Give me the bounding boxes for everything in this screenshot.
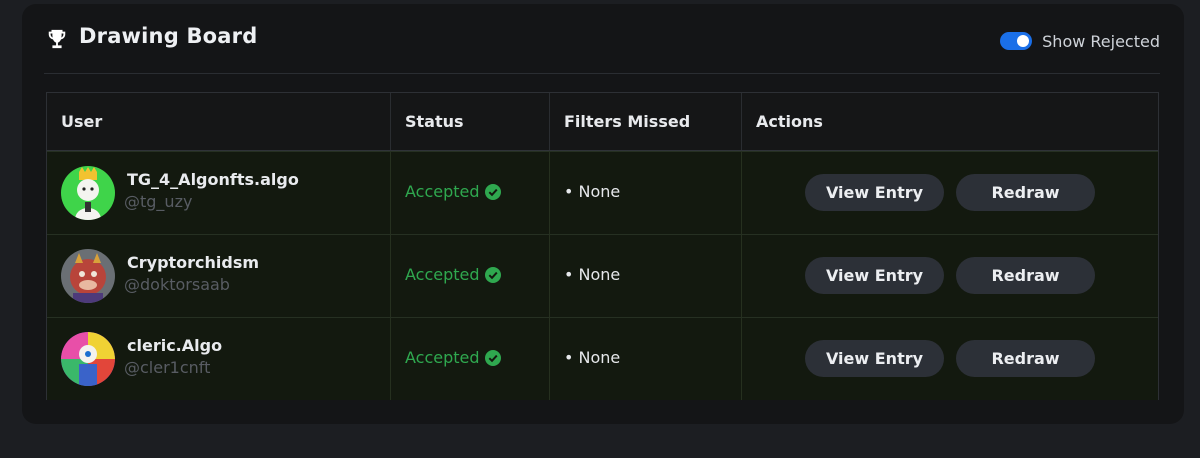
check-circle-icon xyxy=(484,349,501,366)
status-badge: Accepted xyxy=(405,348,501,367)
check-circle-icon xyxy=(484,183,501,200)
redraw-button[interactable]: Redraw xyxy=(956,174,1095,211)
avatar[interactable] xyxy=(61,166,115,220)
avatar-image xyxy=(61,166,115,220)
show-rejected-label: Show Rejected xyxy=(1042,31,1160,51)
avatar[interactable] xyxy=(61,249,115,303)
user-handle: @cler1cnft xyxy=(124,358,211,377)
filters-missed-text: • None xyxy=(564,182,621,201)
view-entry-button[interactable]: View Entry xyxy=(805,257,944,294)
card-header: Drawing Board Show Rejected xyxy=(22,4,1184,74)
show-rejected-control[interactable]: Show Rejected xyxy=(1000,30,1160,52)
actions-cell: View Entry Redraw xyxy=(742,152,1158,234)
avatar-image xyxy=(61,249,115,303)
actions-cell: View Entry Redraw xyxy=(742,235,1158,317)
entries-table: User Status Filters Missed Actions TG_4_… xyxy=(46,92,1159,400)
table-header: User Status Filters Missed Actions xyxy=(47,93,1158,152)
filters-cell: • None xyxy=(550,318,742,400)
user-handle: @tg_uzy xyxy=(124,192,193,211)
avatar-image xyxy=(61,332,115,386)
drawing-board-card: Drawing Board Show Rejected User Status … xyxy=(22,4,1184,424)
filters-cell: • None xyxy=(550,152,742,234)
status-text: Accepted xyxy=(405,182,480,201)
header-divider xyxy=(44,73,1160,74)
user-handle: @doktorsaab xyxy=(124,275,230,294)
column-header-user: User xyxy=(47,93,391,150)
view-entry-button[interactable]: View Entry xyxy=(805,174,944,211)
filters-cell: • None xyxy=(550,235,742,317)
view-entry-button[interactable]: View Entry xyxy=(805,340,944,377)
user-cell: TG_4_Algonfts.algo @tg_uzy xyxy=(47,152,391,234)
page-title: Drawing Board xyxy=(79,24,258,48)
show-rejected-toggle[interactable] xyxy=(1000,32,1033,50)
column-header-status: Status xyxy=(391,93,550,150)
user-name: Cryptorchidsm xyxy=(127,253,260,272)
check-circle-icon xyxy=(484,266,501,283)
table-row: cleric.Algo @cler1cnft Accepted • None V… xyxy=(47,317,1158,400)
status-badge: Accepted xyxy=(405,182,501,201)
filters-missed-text: • None xyxy=(564,348,621,367)
toggle-knob xyxy=(1017,35,1030,47)
table-row: TG_4_Algonfts.algo @tg_uzy Accepted • No… xyxy=(47,151,1158,234)
actions-cell: View Entry Redraw xyxy=(742,318,1158,400)
status-cell: Accepted xyxy=(391,152,550,234)
avatar[interactable] xyxy=(61,332,115,386)
filters-missed-text: • None xyxy=(564,265,621,284)
redraw-button[interactable]: Redraw xyxy=(956,257,1095,294)
status-text: Accepted xyxy=(405,348,480,367)
column-header-filters-missed: Filters Missed xyxy=(550,93,742,150)
status-cell: Accepted xyxy=(391,318,550,400)
column-header-actions: Actions xyxy=(756,112,823,131)
status-text: Accepted xyxy=(405,265,480,284)
trophy-icon xyxy=(48,29,66,49)
status-cell: Accepted xyxy=(391,235,550,317)
user-name: cleric.Algo xyxy=(127,336,223,355)
user-name: TG_4_Algonfts.algo xyxy=(127,170,299,189)
status-badge: Accepted xyxy=(405,265,501,284)
user-cell: Cryptorchidsm @doktorsaab xyxy=(47,235,391,317)
user-cell: cleric.Algo @cler1cnft xyxy=(47,318,391,400)
table-row: Cryptorchidsm @doktorsaab Accepted • Non… xyxy=(47,234,1158,317)
redraw-button[interactable]: Redraw xyxy=(956,340,1095,377)
